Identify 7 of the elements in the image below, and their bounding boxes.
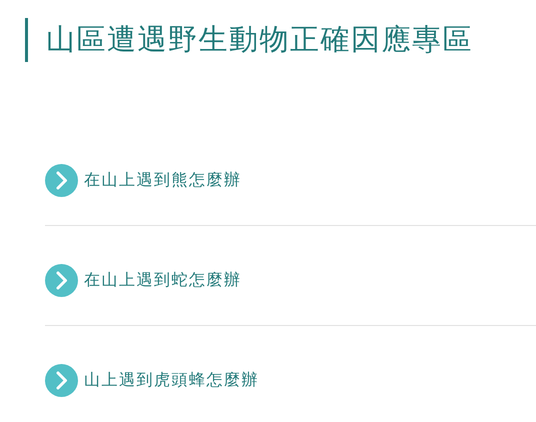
- chevron-right-icon: [45, 264, 78, 297]
- page-title: 山區遭遇野生動物正確因應專區: [25, 18, 536, 62]
- chevron-right-icon: [45, 364, 78, 397]
- question-link[interactable]: 山上遇到虎頭蜂怎麼辦: [84, 370, 259, 391]
- chevron-right-icon: [45, 164, 78, 197]
- question-link[interactable]: 在山上遇到蛇怎麼辦: [84, 270, 242, 291]
- question-link[interactable]: 在山上遇到熊怎麼辦: [84, 170, 242, 191]
